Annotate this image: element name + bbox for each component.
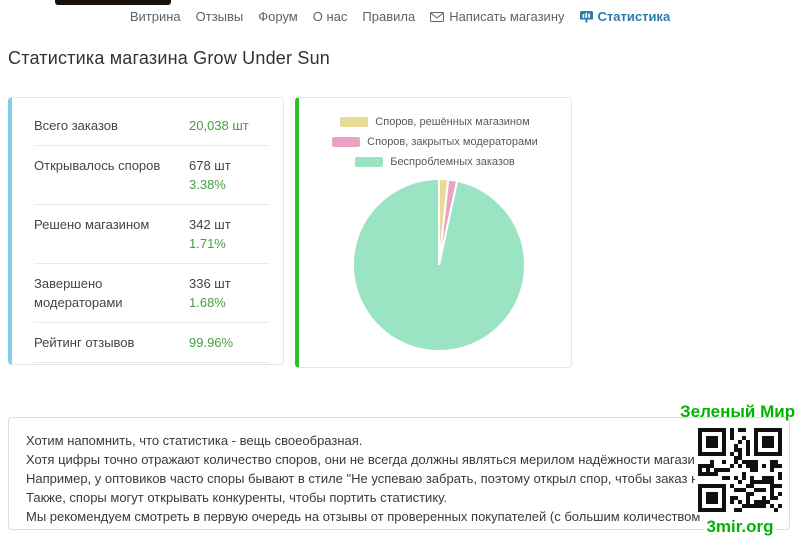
- shop-logo[interactable]: [55, 0, 171, 5]
- nav-item-otzyvy[interactable]: Отзывы: [196, 9, 244, 24]
- notice-text: Хотим напомнить, что статистика - вещь с…: [9, 418, 789, 526]
- nav-item-label: Отзывы: [196, 9, 244, 24]
- stat-row: Решено магазином 342 шт1.71%: [34, 205, 269, 264]
- watermark-site-link[interactable]: 3mir.org: [704, 517, 775, 537]
- stats-card: Всего заказов 20,038 шт Открывалось споров…: [8, 97, 284, 365]
- stats-table: Всего заказов 20,038 шт Открывалось споров…: [12, 98, 283, 363]
- stat-value: 678 шт3.38%: [189, 156, 269, 194]
- legend-label: Споров, решённых магазином: [375, 116, 529, 128]
- notice-card: Хотим напомнить, что статистика - вещь с…: [8, 417, 790, 530]
- notice-line: Хотя цифры точно отражают количество спо…: [26, 450, 789, 469]
- stat-value-main: 336 шт: [189, 274, 269, 293]
- watermark-title: Зеленый Мир: [680, 402, 790, 422]
- nav-item-label: О нас: [313, 9, 348, 24]
- legend-item[interactable]: Беспроблемных заказов: [355, 156, 515, 168]
- stat-value-main: 20,038 шт: [189, 116, 269, 135]
- top-nav: Витрина Отзывы Форум О нас Правила Написать м…: [0, 9, 800, 24]
- stat-label: Рейтинг отзывов: [34, 333, 134, 352]
- nav-item-o-nas[interactable]: О нас: [313, 9, 348, 24]
- legend-label: Споров, закрытых модераторами: [367, 136, 538, 148]
- legend-swatch: [340, 117, 368, 127]
- nav-item-label: Статистика: [598, 9, 671, 24]
- legend-label: Беспроблемных заказов: [390, 156, 515, 168]
- stat-row: Открывалось споров 678 шт3.38%: [34, 146, 269, 205]
- nav-item-label: Правила: [362, 9, 415, 24]
- notice-line: Мы рекомендуем смотреть в первую очередь…: [26, 507, 789, 526]
- notice-line: Также, споры могут открывать конкуренты,…: [26, 488, 789, 507]
- stat-row: Рейтинг отзывов 99.96%: [34, 323, 269, 363]
- stat-row: Завершено модераторами336 шт1.68%: [34, 264, 269, 323]
- stat-label: Открывалось споров: [34, 156, 160, 194]
- notice-line: Хотим напомнить, что статистика - вещь с…: [26, 431, 789, 450]
- stat-value: 342 шт1.71%: [189, 215, 269, 253]
- nav-item-label: Написать магазину: [449, 9, 564, 24]
- chart-legend: Споров, решённых магазином Споров, закрыт…: [299, 98, 571, 168]
- notice-line: Например, у оптовиков часто споры бывают…: [26, 469, 789, 488]
- watermark: Зеленый Мир 3mir.org: [690, 402, 790, 537]
- stat-label: Решено магазином: [34, 215, 149, 253]
- legend-item[interactable]: Споров, закрытых модераторами: [332, 136, 538, 148]
- stat-value: 99.96%: [189, 333, 269, 352]
- stat-value-percent: 1.68%: [189, 293, 269, 312]
- stat-value-percent: 1.71%: [189, 234, 269, 253]
- stat-value: 336 шт1.68%: [189, 274, 269, 312]
- chart-card: Споров, решённых магазином Споров, закрыт…: [295, 97, 572, 368]
- nav-item-forum[interactable]: Форум: [258, 9, 298, 24]
- nav-item-pravila[interactable]: Правила: [362, 9, 415, 24]
- stat-value-main: 342 шт: [189, 215, 269, 234]
- page-title: Статистика магазина Grow Under Sun: [8, 48, 330, 69]
- nav-item-napisat-magazinu[interactable]: Написать магазину: [430, 9, 564, 24]
- stat-label: Завершено модераторами: [34, 274, 189, 312]
- legend-item[interactable]: Споров, решённых магазином: [340, 116, 529, 128]
- stat-value-percent: 3.38%: [189, 175, 269, 194]
- nav-item-label: Форум: [258, 9, 298, 24]
- envelope-icon: [430, 12, 444, 22]
- nav-item-vitrina[interactable]: Витрина: [130, 9, 181, 24]
- stat-label: Всего заказов: [34, 116, 118, 135]
- chart-icon: [580, 11, 593, 23]
- nav-item-statistika[interactable]: Статистика: [580, 9, 671, 24]
- stat-value: 20,038 шт: [189, 116, 269, 135]
- legend-swatch: [355, 157, 383, 167]
- nav-item-label: Витрина: [130, 9, 181, 24]
- stat-value-main: 678 шт: [189, 156, 269, 175]
- qr-code-background: [695, 425, 785, 515]
- pie-slice[interactable]: [353, 179, 525, 351]
- stat-row: Всего заказов 20,038 шт: [34, 106, 269, 146]
- legend-swatch: [332, 137, 360, 147]
- qr-code-icon[interactable]: [698, 428, 782, 512]
- stat-value-main: 99.96%: [189, 333, 269, 352]
